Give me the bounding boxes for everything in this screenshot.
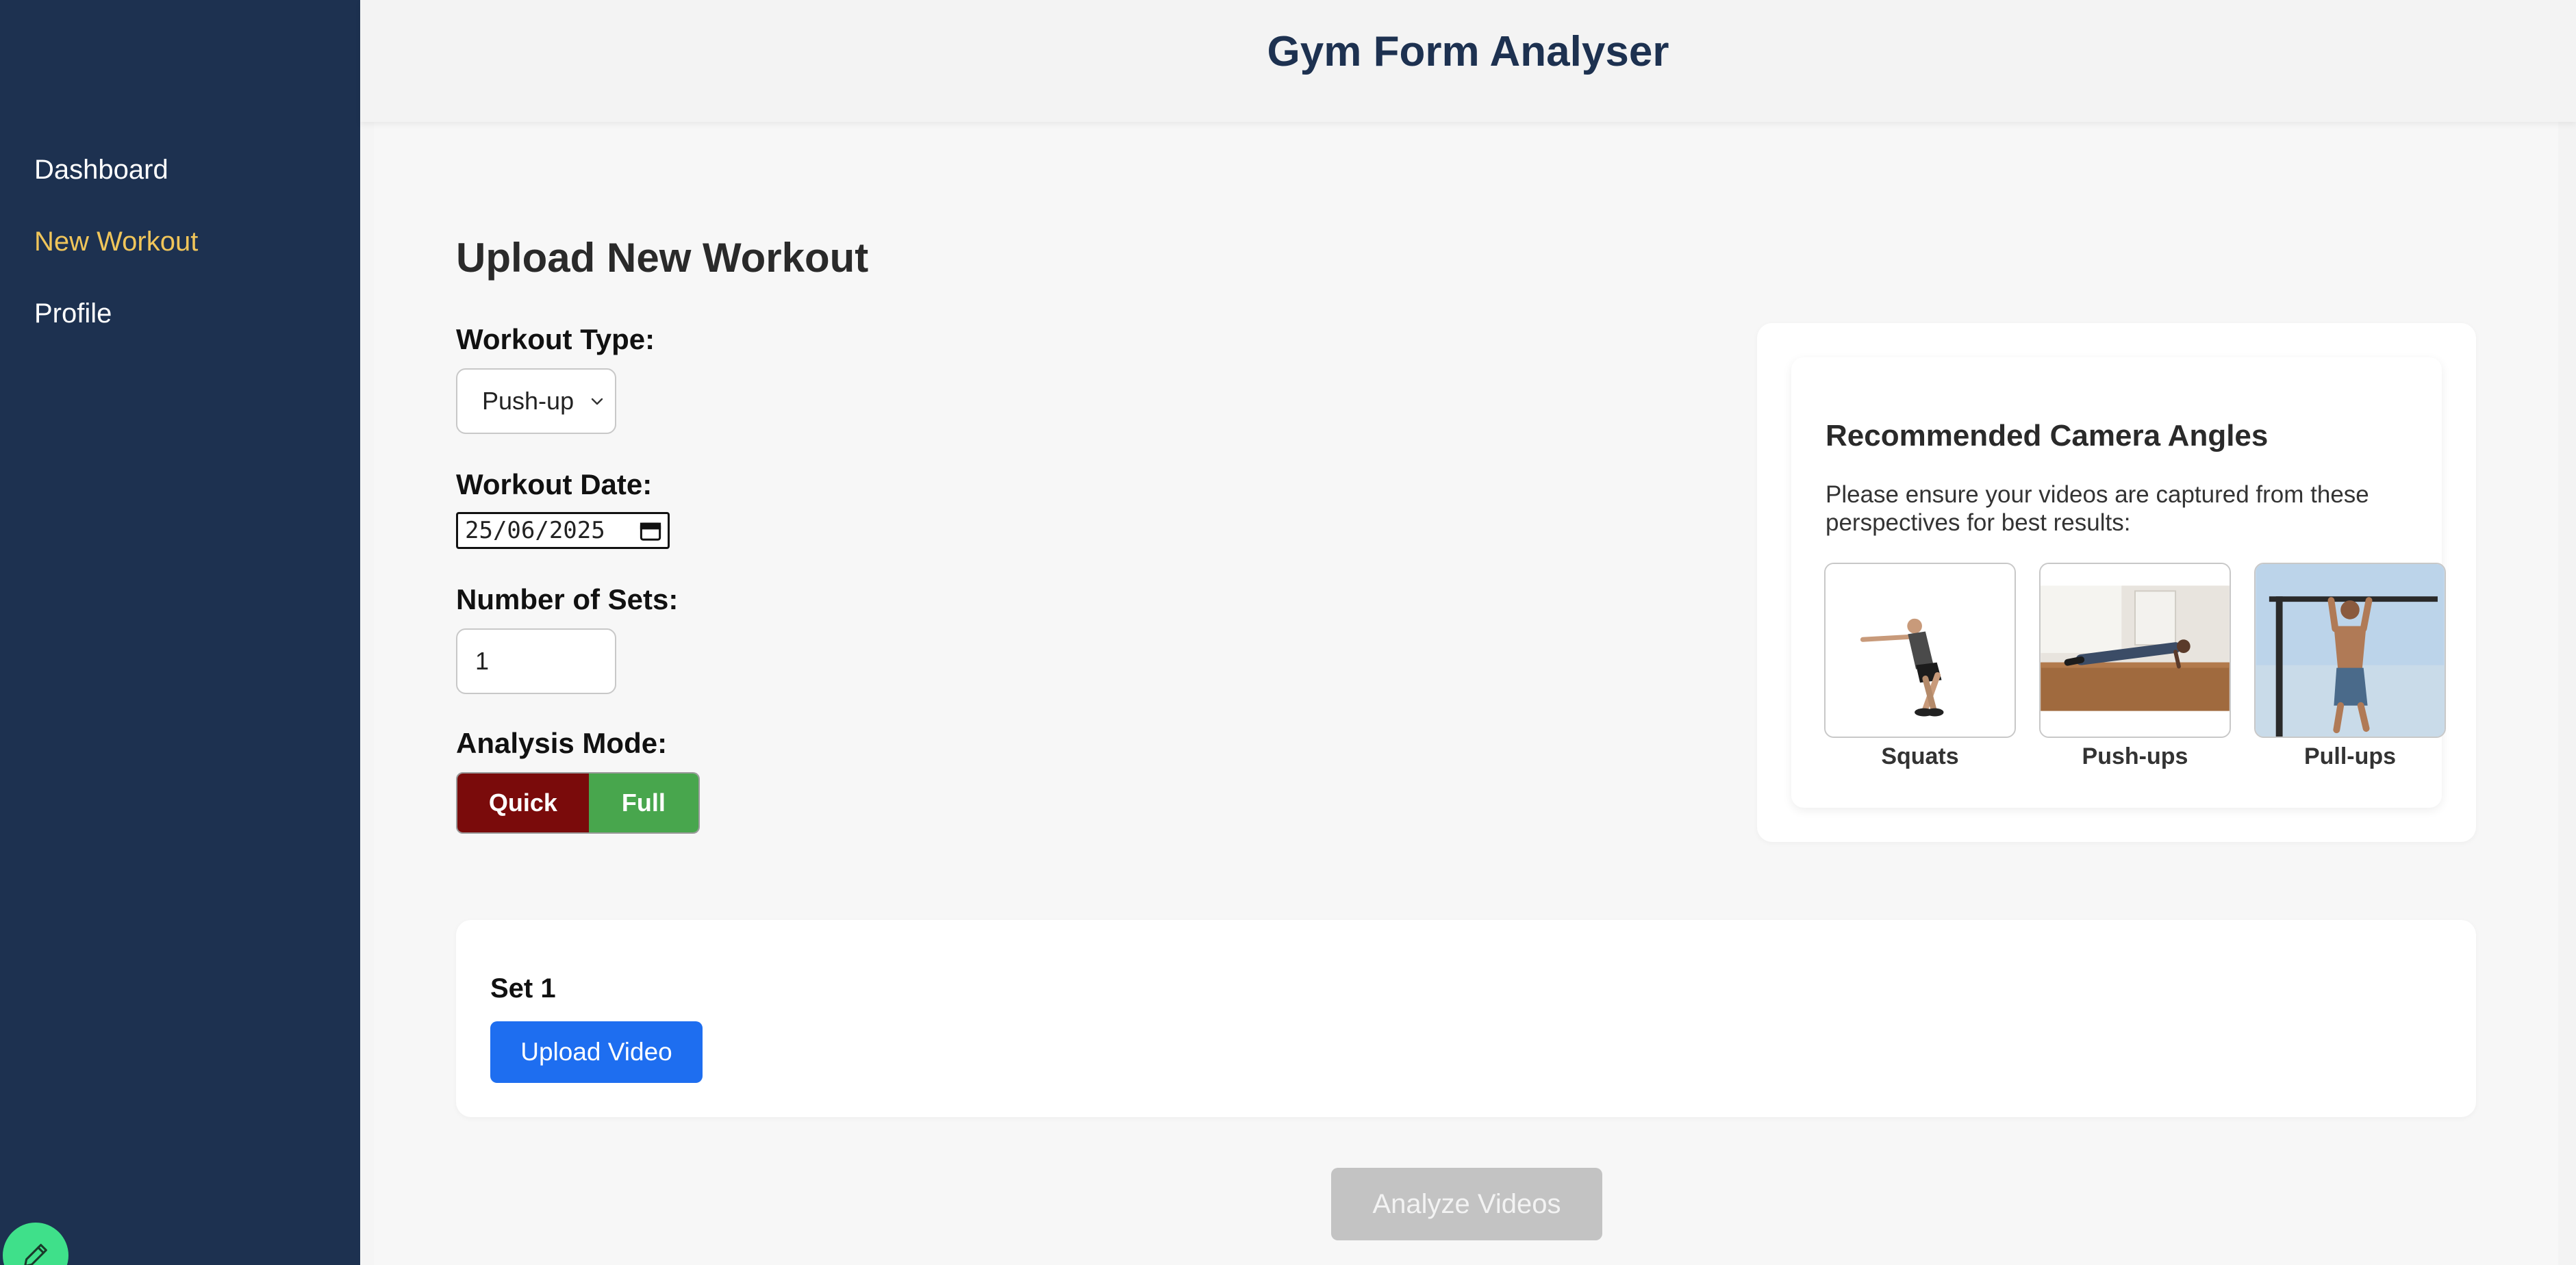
camera-angles-title: Recommended Camera Angles [1826,419,2269,452]
workout-date-input[interactable]: 25/06/2025 [456,512,670,549]
set-title: Set 1 [490,973,556,1004]
workout-type-label: Workout Type: [456,323,655,355]
analysis-mode-toggle: Quick Full [456,772,700,834]
app-header: Gym Form Analyser [360,0,2576,122]
calendar-icon[interactable] [639,521,662,541]
analyze-videos-button[interactable]: Analyze Videos [1331,1168,1602,1240]
pushups-image [2039,563,2231,738]
sidebar-item-profile[interactable]: Profile [34,296,198,368]
num-sets-label: Number of Sets: [456,583,679,615]
pullups-caption: Pull-ups [2303,743,2397,769]
workout-type-select[interactable]: Push-up [456,368,616,434]
squats-caption: Squats [1881,743,1959,769]
sidebar-nav: Dashboard New Workout Profile [34,152,198,368]
pencil-icon [24,1244,47,1265]
pullups-image [2254,563,2446,738]
analysis-mode-label: Analysis Mode: [456,727,668,759]
sidebar-item-new-workout[interactable]: New Workout [34,224,198,296]
upload-video-button[interactable]: Upload Video [490,1021,703,1083]
workout-date-label: Workout Date: [456,468,653,500]
num-sets-value: 1 [475,647,490,675]
app-title: Gym Form Analyser [1267,28,1669,75]
workout-type-value: Push-up [482,387,574,415]
camera-angles-description: Please ensure your videos are captured f… [1826,481,2369,536]
camera-angles-card: Recommended Camera Angles Please ensure … [1757,323,2476,842]
full-mode-button[interactable]: Full [588,774,698,832]
num-sets-input[interactable]: 1 [456,628,616,694]
set-card: Set 1 Upload Video [456,920,2476,1117]
edit-fab-button[interactable] [3,1223,68,1265]
squats-image [1824,563,2016,738]
quick-mode-button[interactable]: Quick [457,774,589,832]
workout-date-value: 25/06/2025 [465,517,605,544]
page-title: Upload New Workout [456,235,869,281]
scrollbar-track[interactable] [2558,122,2576,1265]
sidebar: Dashboard New Workout Profile [0,0,360,1265]
pushups-caption: Push-ups [2082,743,2188,769]
chevron-down-icon [591,398,603,405]
sidebar-item-dashboard[interactable]: Dashboard [34,152,198,224]
